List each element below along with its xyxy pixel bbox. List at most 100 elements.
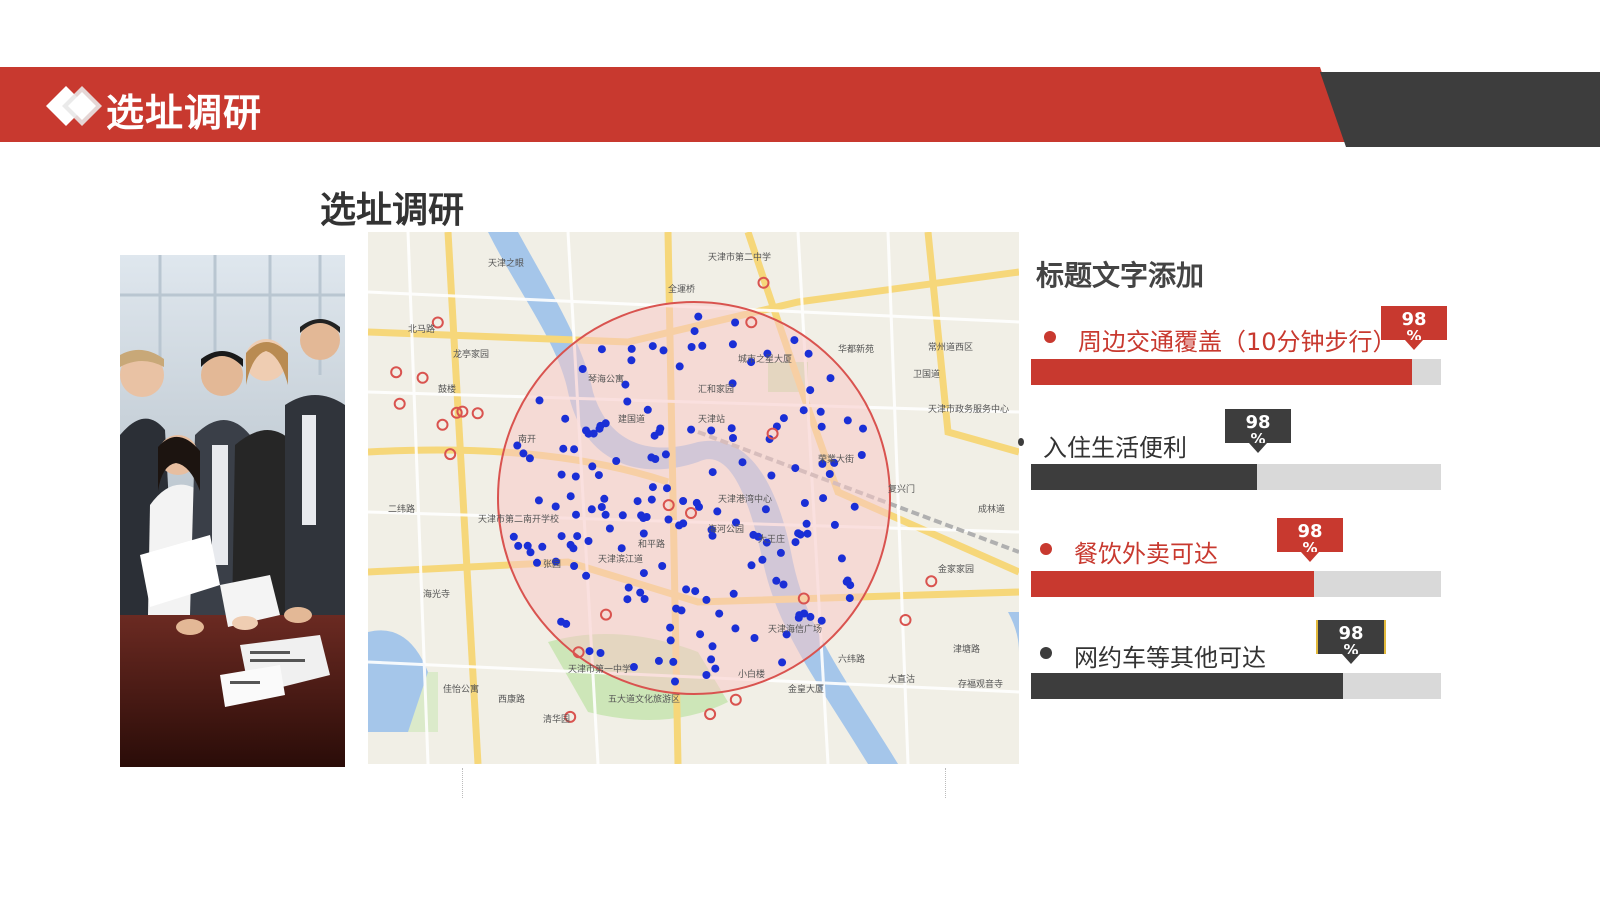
map-place-label: 津塘路 <box>953 643 980 655</box>
map-place-label: 六纬路 <box>838 653 865 665</box>
map-location-dot <box>708 468 717 477</box>
map-location-dot <box>648 483 657 492</box>
percent-badge-rideshare: 98 % <box>1316 620 1386 664</box>
map-location-dot <box>687 343 696 351</box>
map-location-dot <box>671 677 679 686</box>
bullet-dot-icon <box>1040 543 1052 555</box>
map-place-label: 大王庄 <box>758 533 785 545</box>
map-location-dot <box>767 471 776 480</box>
map-location-dot <box>691 587 700 596</box>
header-banner-dark <box>1320 72 1600 147</box>
map-location-dot <box>728 340 737 349</box>
map-location-dot <box>794 529 803 538</box>
map-location-dot <box>675 521 684 530</box>
map-location-dot <box>647 495 656 504</box>
map-location-dot <box>526 548 535 557</box>
map-location-dot <box>664 515 673 524</box>
map-location-dot <box>791 538 800 547</box>
map-place-label: 五大道文化旅游区 <box>608 693 680 705</box>
map-location-dot <box>669 657 678 666</box>
map-location-dot <box>694 312 703 321</box>
map-place-label: 全運桥 <box>668 283 695 295</box>
map-location-dot <box>791 464 800 473</box>
map-location-dot <box>618 511 627 520</box>
map-location-dot <box>843 576 852 585</box>
map-location-dot <box>675 362 684 371</box>
map-location-dot <box>535 396 544 405</box>
map-location-dot <box>538 542 547 551</box>
map-location-dot <box>571 472 580 481</box>
map-location-dot <box>696 630 705 639</box>
map-location-dot <box>534 496 543 505</box>
map-location-dot <box>663 484 671 493</box>
map-location-dot <box>715 609 724 618</box>
header-title: 选址调研 <box>106 91 263 135</box>
map-location-dot <box>790 336 799 345</box>
map-location-dot <box>857 451 866 459</box>
map-location-dot <box>629 663 638 671</box>
map-location-dot <box>557 532 566 541</box>
percent-badge-dining: 98 % <box>1277 518 1343 562</box>
map-location-dot <box>817 616 826 625</box>
map-location-dot <box>627 344 636 353</box>
map-location-dot <box>661 450 670 459</box>
map-location-dot <box>596 649 605 657</box>
progress-track-living <box>1031 464 1441 490</box>
map-place-label: 华都新苑 <box>838 343 874 355</box>
map-place-label: 复兴门 <box>888 483 915 495</box>
map-location-dot <box>698 341 707 350</box>
progress-track-rideshare <box>1031 673 1441 699</box>
map-location-dot <box>597 345 606 354</box>
metric-label-transport: 周边交通覆盖（10分钟步行） <box>1078 328 1397 356</box>
map-location-dot <box>525 454 534 463</box>
divider-line-left <box>462 768 463 798</box>
map-location-dot <box>605 524 614 533</box>
map-location-dot <box>659 346 668 355</box>
map-location-dot <box>702 595 711 604</box>
map-location-dot <box>656 424 665 433</box>
map-place-label: 成林道 <box>978 503 1005 515</box>
map-location-dot <box>559 444 568 453</box>
map-location-dot <box>566 492 575 501</box>
map-location-dot <box>612 457 621 465</box>
map-location-dot <box>738 458 747 467</box>
map-location-dot <box>617 544 626 553</box>
map-place-label: 佳怡公寓 <box>443 683 479 695</box>
map-place-label: 常州道西区 <box>928 341 973 353</box>
map-location-dot <box>731 624 740 633</box>
map-place-label: 天津市第二南开学校 <box>478 513 559 525</box>
map-place-label: 鼓楼 <box>438 383 456 395</box>
map-location-dot <box>570 562 579 570</box>
map-place-label: 和平路 <box>638 538 665 550</box>
map-location-dot <box>731 318 740 327</box>
team-meeting-photo <box>120 255 345 767</box>
map-location-dot <box>584 537 593 545</box>
map-location-dot <box>708 642 717 651</box>
map-location-dot <box>623 397 632 406</box>
map-location-dot <box>587 505 596 514</box>
diamond-logo-icon <box>46 86 102 126</box>
map-location-dot <box>778 658 787 667</box>
map-place-label: 小白楼 <box>738 668 765 680</box>
map-location-dot <box>658 562 667 570</box>
map-location-dot <box>573 532 582 541</box>
map-location-dot <box>802 519 811 528</box>
bullet-dot-icon <box>1040 647 1052 659</box>
map-place-label: 卫国道 <box>913 368 940 380</box>
map-place-label: 金家家园 <box>938 563 974 575</box>
map-location-dot <box>601 419 610 428</box>
map-location-dot <box>650 431 659 440</box>
map-location-dot <box>817 422 826 431</box>
map-location-dot <box>666 623 675 632</box>
map-location-dot <box>647 453 656 462</box>
map-location-dot <box>572 510 580 519</box>
map-place-label: 海河公园 <box>708 523 744 535</box>
map-location-dot <box>816 407 825 416</box>
progress-fill-dining <box>1031 571 1314 597</box>
map-location-dot <box>595 424 604 433</box>
map-place-label: 天津港湾中心 <box>718 493 772 505</box>
map-location-dot <box>562 619 571 628</box>
map-location-dot <box>585 647 594 656</box>
map-location-dot <box>761 505 770 514</box>
percent-badge-living: 98 % <box>1225 409 1291 453</box>
